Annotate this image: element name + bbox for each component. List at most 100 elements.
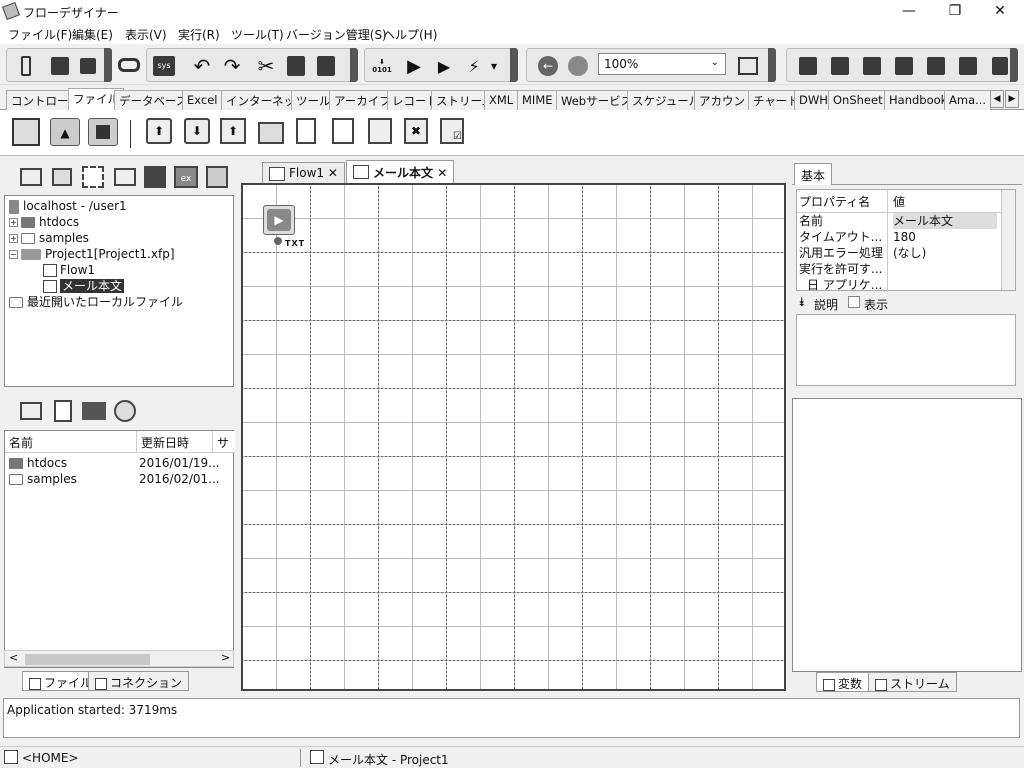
property-value[interactable]: メール本文 xyxy=(893,213,997,229)
tree-item-htdocs[interactable]: + htdocs xyxy=(9,214,79,230)
sys-icon[interactable]: sys xyxy=(153,55,175,77)
flow-icon[interactable] xyxy=(82,166,104,188)
cut-icon[interactable]: ✂ xyxy=(255,55,277,77)
undo-icon[interactable]: ↶ xyxy=(191,55,213,77)
menu-tools[interactable]: ツール(T) xyxy=(231,26,284,43)
column-header-name[interactable]: 名前 xyxy=(5,431,137,453)
tab-handbook[interactable]: Handbook xyxy=(884,90,953,110)
close-icon[interactable]: ✕ xyxy=(328,166,338,180)
start-component-icon[interactable]: ▲ xyxy=(50,118,80,148)
project-icon[interactable] xyxy=(52,168,72,186)
collapse-icon[interactable]: ⯯ xyxy=(798,295,805,310)
menu-view[interactable]: 表示(V) xyxy=(125,26,167,43)
tree-item-project1[interactable]: − Project1[Project1.xfp] xyxy=(9,246,175,262)
align-top-icon[interactable] xyxy=(893,55,915,77)
tree-item-localhost[interactable]: localhost - /user1 xyxy=(9,198,127,214)
tab-xml[interactable]: XML xyxy=(484,90,519,110)
copy-icon[interactable] xyxy=(285,55,307,77)
scroll-thumb[interactable] xyxy=(25,654,150,665)
menu-help[interactable]: ヘルプ(H) xyxy=(383,26,437,43)
tree-item-mail-body[interactable]: メール本文 xyxy=(43,278,125,294)
lightning-icon[interactable]: ⚡ xyxy=(463,55,485,77)
column-header-size[interactable]: サイ xyxy=(213,431,235,453)
redo-icon[interactable]: ↷ xyxy=(221,55,243,77)
tab-ama[interactable]: Ama... xyxy=(944,90,992,110)
start-node[interactable]: ▶ xyxy=(263,205,295,235)
debug-icon[interactable]: ▶ xyxy=(433,55,455,77)
list-item[interactable]: samples xyxy=(9,471,77,487)
tab-stream-panel[interactable]: ストリーム xyxy=(868,672,957,692)
new-icon[interactable] xyxy=(15,55,37,77)
open-folder-icon[interactable] xyxy=(20,402,42,420)
align-center-icon[interactable] xyxy=(829,55,851,77)
close-icon[interactable]: ✕ xyxy=(437,166,447,180)
column-header-modified[interactable]: 更新日時 xyxy=(137,431,213,453)
tab-excel[interactable]: Excel xyxy=(182,90,223,110)
new-file-icon[interactable] xyxy=(54,400,72,422)
tab-variables[interactable]: 変数 xyxy=(816,672,870,692)
new-folder-icon[interactable] xyxy=(82,402,106,420)
tab-mail-body[interactable]: メール本文 ✕ xyxy=(346,160,455,184)
show-checkbox[interactable] xyxy=(848,296,860,308)
menu-run[interactable]: 実行(R) xyxy=(178,26,220,43)
tab-scroll-left[interactable]: ◀ xyxy=(990,90,1004,108)
forward-icon[interactable] xyxy=(567,55,589,77)
check-file-icon[interactable]: ☑ xyxy=(440,118,470,148)
property-value[interactable]: 180 xyxy=(893,229,997,245)
multi-file-icon[interactable] xyxy=(368,118,398,148)
run-options-dropdown[interactable]: ▾ xyxy=(487,55,501,77)
paste-icon[interactable] xyxy=(315,55,337,77)
tree-item-samples[interactable]: + samples xyxy=(9,230,89,246)
property-value[interactable] xyxy=(893,261,997,277)
save-icon[interactable] xyxy=(49,55,71,77)
open-folder-icon[interactable] xyxy=(20,168,42,186)
menu-version-control[interactable]: バージョン管理(S) xyxy=(286,26,387,43)
subflow-icon[interactable] xyxy=(114,168,136,186)
tree-item-recent-files[interactable]: 最近開いたローカルファイル xyxy=(9,294,183,310)
property-scrollbar[interactable] xyxy=(1001,190,1015,290)
file-download-icon[interactable]: ⬇ xyxy=(184,118,214,148)
folder-list-icon[interactable] xyxy=(258,118,288,148)
connector-dot[interactable] xyxy=(274,237,282,245)
run-icon[interactable]: ▶ xyxy=(403,55,425,77)
file-grid-icon[interactable] xyxy=(12,118,42,148)
database-icon[interactable] xyxy=(206,166,228,188)
flow-canvas[interactable]: ▶ TXT xyxy=(241,183,786,691)
property-value[interactable]: (なし) xyxy=(893,245,997,261)
maximize-button[interactable]: ❐ xyxy=(932,0,978,22)
back-icon[interactable]: ← xyxy=(537,55,559,77)
align-right-icon[interactable] xyxy=(861,55,883,77)
file-export-icon[interactable]: ⬆ xyxy=(220,118,250,148)
tree-item-flow1[interactable]: Flow1 xyxy=(43,262,95,278)
scroll-right-button[interactable]: > xyxy=(221,651,230,664)
menu-edit[interactable]: 編集(E) xyxy=(72,26,113,43)
tab-database[interactable]: データベース xyxy=(114,90,193,110)
stop-component-icon[interactable] xyxy=(88,118,118,148)
horizontal-scrollbar[interactable]: < > xyxy=(4,650,234,667)
copy-file-icon[interactable] xyxy=(332,118,362,148)
fit-window-icon[interactable] xyxy=(737,55,759,77)
align-middle-icon[interactable] xyxy=(925,55,947,77)
tab-onsheet[interactable]: OnSheet xyxy=(828,90,888,110)
distribute-icon[interactable] xyxy=(989,55,1011,77)
menu-file[interactable]: ファイル(F) xyxy=(8,26,72,43)
tab-flow1[interactable]: Flow1 ✕ xyxy=(262,162,345,184)
description-area[interactable] xyxy=(796,314,1016,386)
tab-connection[interactable]: コネクション xyxy=(88,671,190,691)
list-item[interactable]: htdocs xyxy=(9,455,67,471)
binoculars-icon[interactable] xyxy=(118,54,140,76)
zoom-select[interactable]: 100% ⌄ xyxy=(598,53,726,75)
align-bottom-icon[interactable] xyxy=(957,55,979,77)
refresh-icon[interactable] xyxy=(114,400,136,422)
tab-mime[interactable]: MIME xyxy=(517,90,558,110)
tab-scroll-right[interactable]: ▶ xyxy=(1005,90,1019,108)
scroll-left-button[interactable]: < xyxy=(9,651,18,664)
new-file-icon[interactable] xyxy=(296,118,326,148)
align-left-icon[interactable] xyxy=(797,55,819,77)
delete-file-icon[interactable]: ✖ xyxy=(404,118,434,148)
hierarchy-icon[interactable] xyxy=(144,166,166,188)
tab-archive[interactable]: アーカイブ xyxy=(329,90,396,110)
minimize-button[interactable]: — xyxy=(886,0,932,22)
compile-icon[interactable]: ⬇ 0101 xyxy=(371,55,393,77)
close-button[interactable]: ✕ xyxy=(977,0,1023,22)
